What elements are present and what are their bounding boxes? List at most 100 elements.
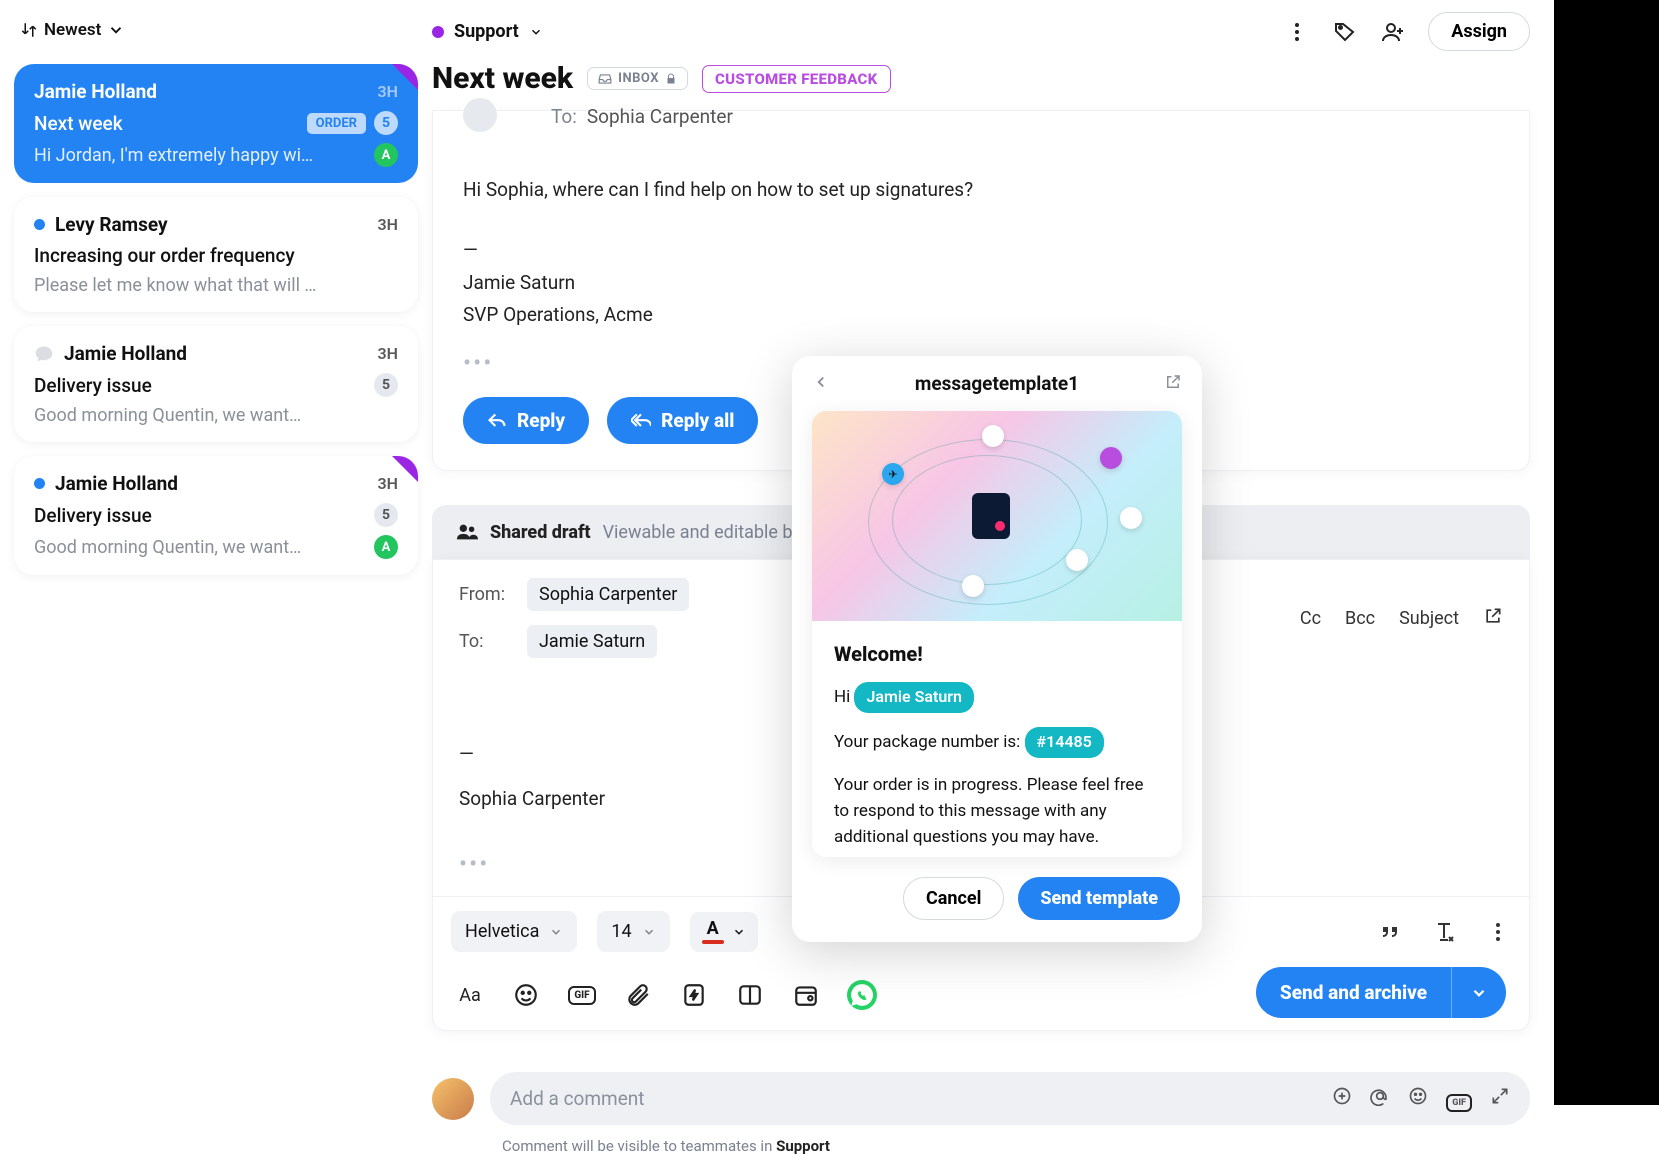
font-select[interactable]: Helvetica bbox=[451, 911, 577, 952]
quote-icon bbox=[1378, 920, 1402, 944]
emoji-icon bbox=[513, 982, 539, 1008]
user-avatar bbox=[432, 1078, 474, 1120]
add-participant-button[interactable] bbox=[1380, 19, 1406, 45]
conversation-card[interactable]: Jamie Holland 3H Delivery issue 5 Good m… bbox=[14, 326, 418, 442]
whatsapp-icon bbox=[847, 980, 877, 1010]
chevron-down-icon bbox=[549, 925, 563, 939]
calendar-icon bbox=[793, 982, 819, 1008]
template-back-button[interactable] bbox=[812, 373, 830, 395]
chat-icon bbox=[34, 344, 54, 364]
gif-button[interactable]: GIF bbox=[1446, 1087, 1472, 1110]
chevron-left-icon bbox=[812, 373, 830, 391]
send-button[interactable]: Send and archive bbox=[1256, 967, 1506, 1018]
cc-button[interactable]: Cc bbox=[1300, 608, 1321, 629]
font-size-select[interactable]: 14 bbox=[597, 911, 669, 952]
attachment-button[interactable] bbox=[623, 980, 653, 1010]
from-label: From: bbox=[459, 584, 515, 605]
more-vertical-icon bbox=[1285, 20, 1309, 44]
expand-button[interactable] bbox=[1490, 1086, 1510, 1111]
toolbar-more-button[interactable] bbox=[1485, 919, 1511, 945]
at-icon bbox=[1370, 1086, 1390, 1106]
to-chip[interactable]: Jamie Saturn bbox=[527, 625, 657, 658]
orbit-node-icon bbox=[982, 425, 1004, 447]
channel-dropdown[interactable]: Support bbox=[432, 21, 543, 42]
people-icon bbox=[456, 521, 478, 543]
conversation-card[interactable]: Jamie Holland 3H Next week ORDER 5 Hi Jo… bbox=[14, 64, 418, 183]
template-popout-button[interactable] bbox=[1164, 373, 1182, 395]
thread-title: Next week bbox=[432, 61, 573, 96]
conversation-preview: Hi Jordan, I'm extremely happy wi… bbox=[34, 145, 364, 166]
sort-label: Newest bbox=[44, 20, 101, 40]
clear-format-button[interactable] bbox=[1431, 919, 1457, 945]
emoji-icon bbox=[1408, 1086, 1428, 1106]
quick-action-button[interactable] bbox=[679, 980, 709, 1010]
gif-button[interactable]: GIF bbox=[567, 980, 597, 1010]
reply-all-icon bbox=[631, 411, 651, 431]
comment-placeholder: Add a comment bbox=[510, 1087, 644, 1110]
conversation-time: 3H bbox=[378, 344, 398, 363]
conversation-card[interactable]: Jamie Holland 3H Delivery issue 5 Good m… bbox=[14, 456, 418, 575]
conversation-sender: Levy Ramsey bbox=[34, 213, 168, 236]
sort-dropdown[interactable]: Newest bbox=[14, 16, 131, 44]
chevron-down-icon bbox=[107, 21, 125, 39]
inbox-icon bbox=[598, 72, 612, 86]
template-cancel-button[interactable]: Cancel bbox=[903, 877, 1004, 920]
reply-button[interactable]: Reply bbox=[463, 397, 589, 444]
split-view-button[interactable] bbox=[735, 980, 765, 1010]
main-panel: Support Assign Next week INBOX CUSTOMER … bbox=[432, 0, 1554, 1105]
text-color-select[interactable]: A bbox=[690, 912, 758, 952]
add-button[interactable] bbox=[1332, 1086, 1352, 1111]
conversation-card[interactable]: Levy Ramsey 3H Increasing our order freq… bbox=[14, 197, 418, 312]
sort-icon bbox=[20, 21, 38, 39]
bcc-button[interactable]: Bcc bbox=[1345, 608, 1375, 629]
conversation-subject: Delivery issue bbox=[34, 374, 152, 397]
popout-button[interactable] bbox=[1483, 606, 1503, 631]
tag-button[interactable] bbox=[1332, 19, 1358, 45]
conversation-preview: Good morning Quentin, we want… bbox=[34, 537, 364, 558]
reply-all-button[interactable]: Reply all bbox=[607, 397, 758, 444]
conversation-time: 3H bbox=[378, 82, 398, 101]
tag-icon bbox=[1333, 20, 1357, 44]
inbox-chip[interactable]: INBOX bbox=[587, 67, 688, 90]
conversation-subject: Increasing our order frequency bbox=[34, 244, 295, 267]
message-count: 5 bbox=[374, 111, 398, 135]
reply-icon bbox=[487, 411, 507, 431]
text-color-icon: A bbox=[702, 920, 724, 944]
message-count: 5 bbox=[374, 373, 398, 397]
from-chip[interactable]: Sophia Carpenter bbox=[527, 578, 689, 611]
channel-dot-icon bbox=[432, 26, 444, 38]
chevron-down-icon bbox=[1470, 984, 1488, 1002]
text-style-button[interactable]: Aa bbox=[455, 980, 485, 1010]
person-add-icon bbox=[1381, 20, 1405, 44]
more-menu-button[interactable] bbox=[1284, 19, 1310, 45]
emoji-button[interactable] bbox=[511, 980, 541, 1010]
paperclip-icon bbox=[625, 982, 651, 1008]
customer-feedback-tag[interactable]: CUSTOMER FEEDBACK bbox=[702, 65, 891, 93]
assignee-avatar: A bbox=[374, 143, 398, 167]
right-edge-panel bbox=[1554, 0, 1659, 1105]
template-name: messagetemplate1 bbox=[915, 372, 1079, 395]
template-send-button[interactable]: Send template bbox=[1018, 877, 1180, 920]
unread-dot-icon bbox=[34, 478, 45, 489]
quote-button[interactable] bbox=[1377, 919, 1403, 945]
orbit-node-icon bbox=[1120, 507, 1142, 529]
assign-button[interactable]: Assign bbox=[1428, 12, 1530, 51]
to-recipient: Sophia Carpenter bbox=[587, 105, 733, 128]
mention-button[interactable] bbox=[1370, 1086, 1390, 1111]
subject-button[interactable]: Subject bbox=[1399, 608, 1459, 629]
template-popover: messagetemplate1 ✈ bbox=[792, 356, 1202, 942]
order-tag: ORDER bbox=[307, 113, 366, 134]
orbit-node-icon bbox=[962, 575, 984, 597]
gif-icon: GIF bbox=[568, 986, 595, 1005]
calendar-button[interactable] bbox=[791, 980, 821, 1010]
comment-input[interactable]: Add a comment GIF bbox=[490, 1072, 1530, 1125]
clear-format-icon bbox=[1432, 920, 1456, 944]
conversation-list: Jamie Holland 3H Next week ORDER 5 Hi Jo… bbox=[14, 64, 418, 575]
emoji-button[interactable] bbox=[1408, 1086, 1428, 1111]
send-dropdown[interactable] bbox=[1451, 967, 1506, 1018]
gif-icon: GIF bbox=[1446, 1094, 1472, 1112]
message-body: Hi Sophia, where can I find help on how … bbox=[463, 174, 1499, 331]
plus-circle-icon bbox=[1332, 1086, 1352, 1106]
package-variable: #14485 bbox=[1025, 727, 1104, 758]
whatsapp-button[interactable] bbox=[847, 980, 877, 1010]
